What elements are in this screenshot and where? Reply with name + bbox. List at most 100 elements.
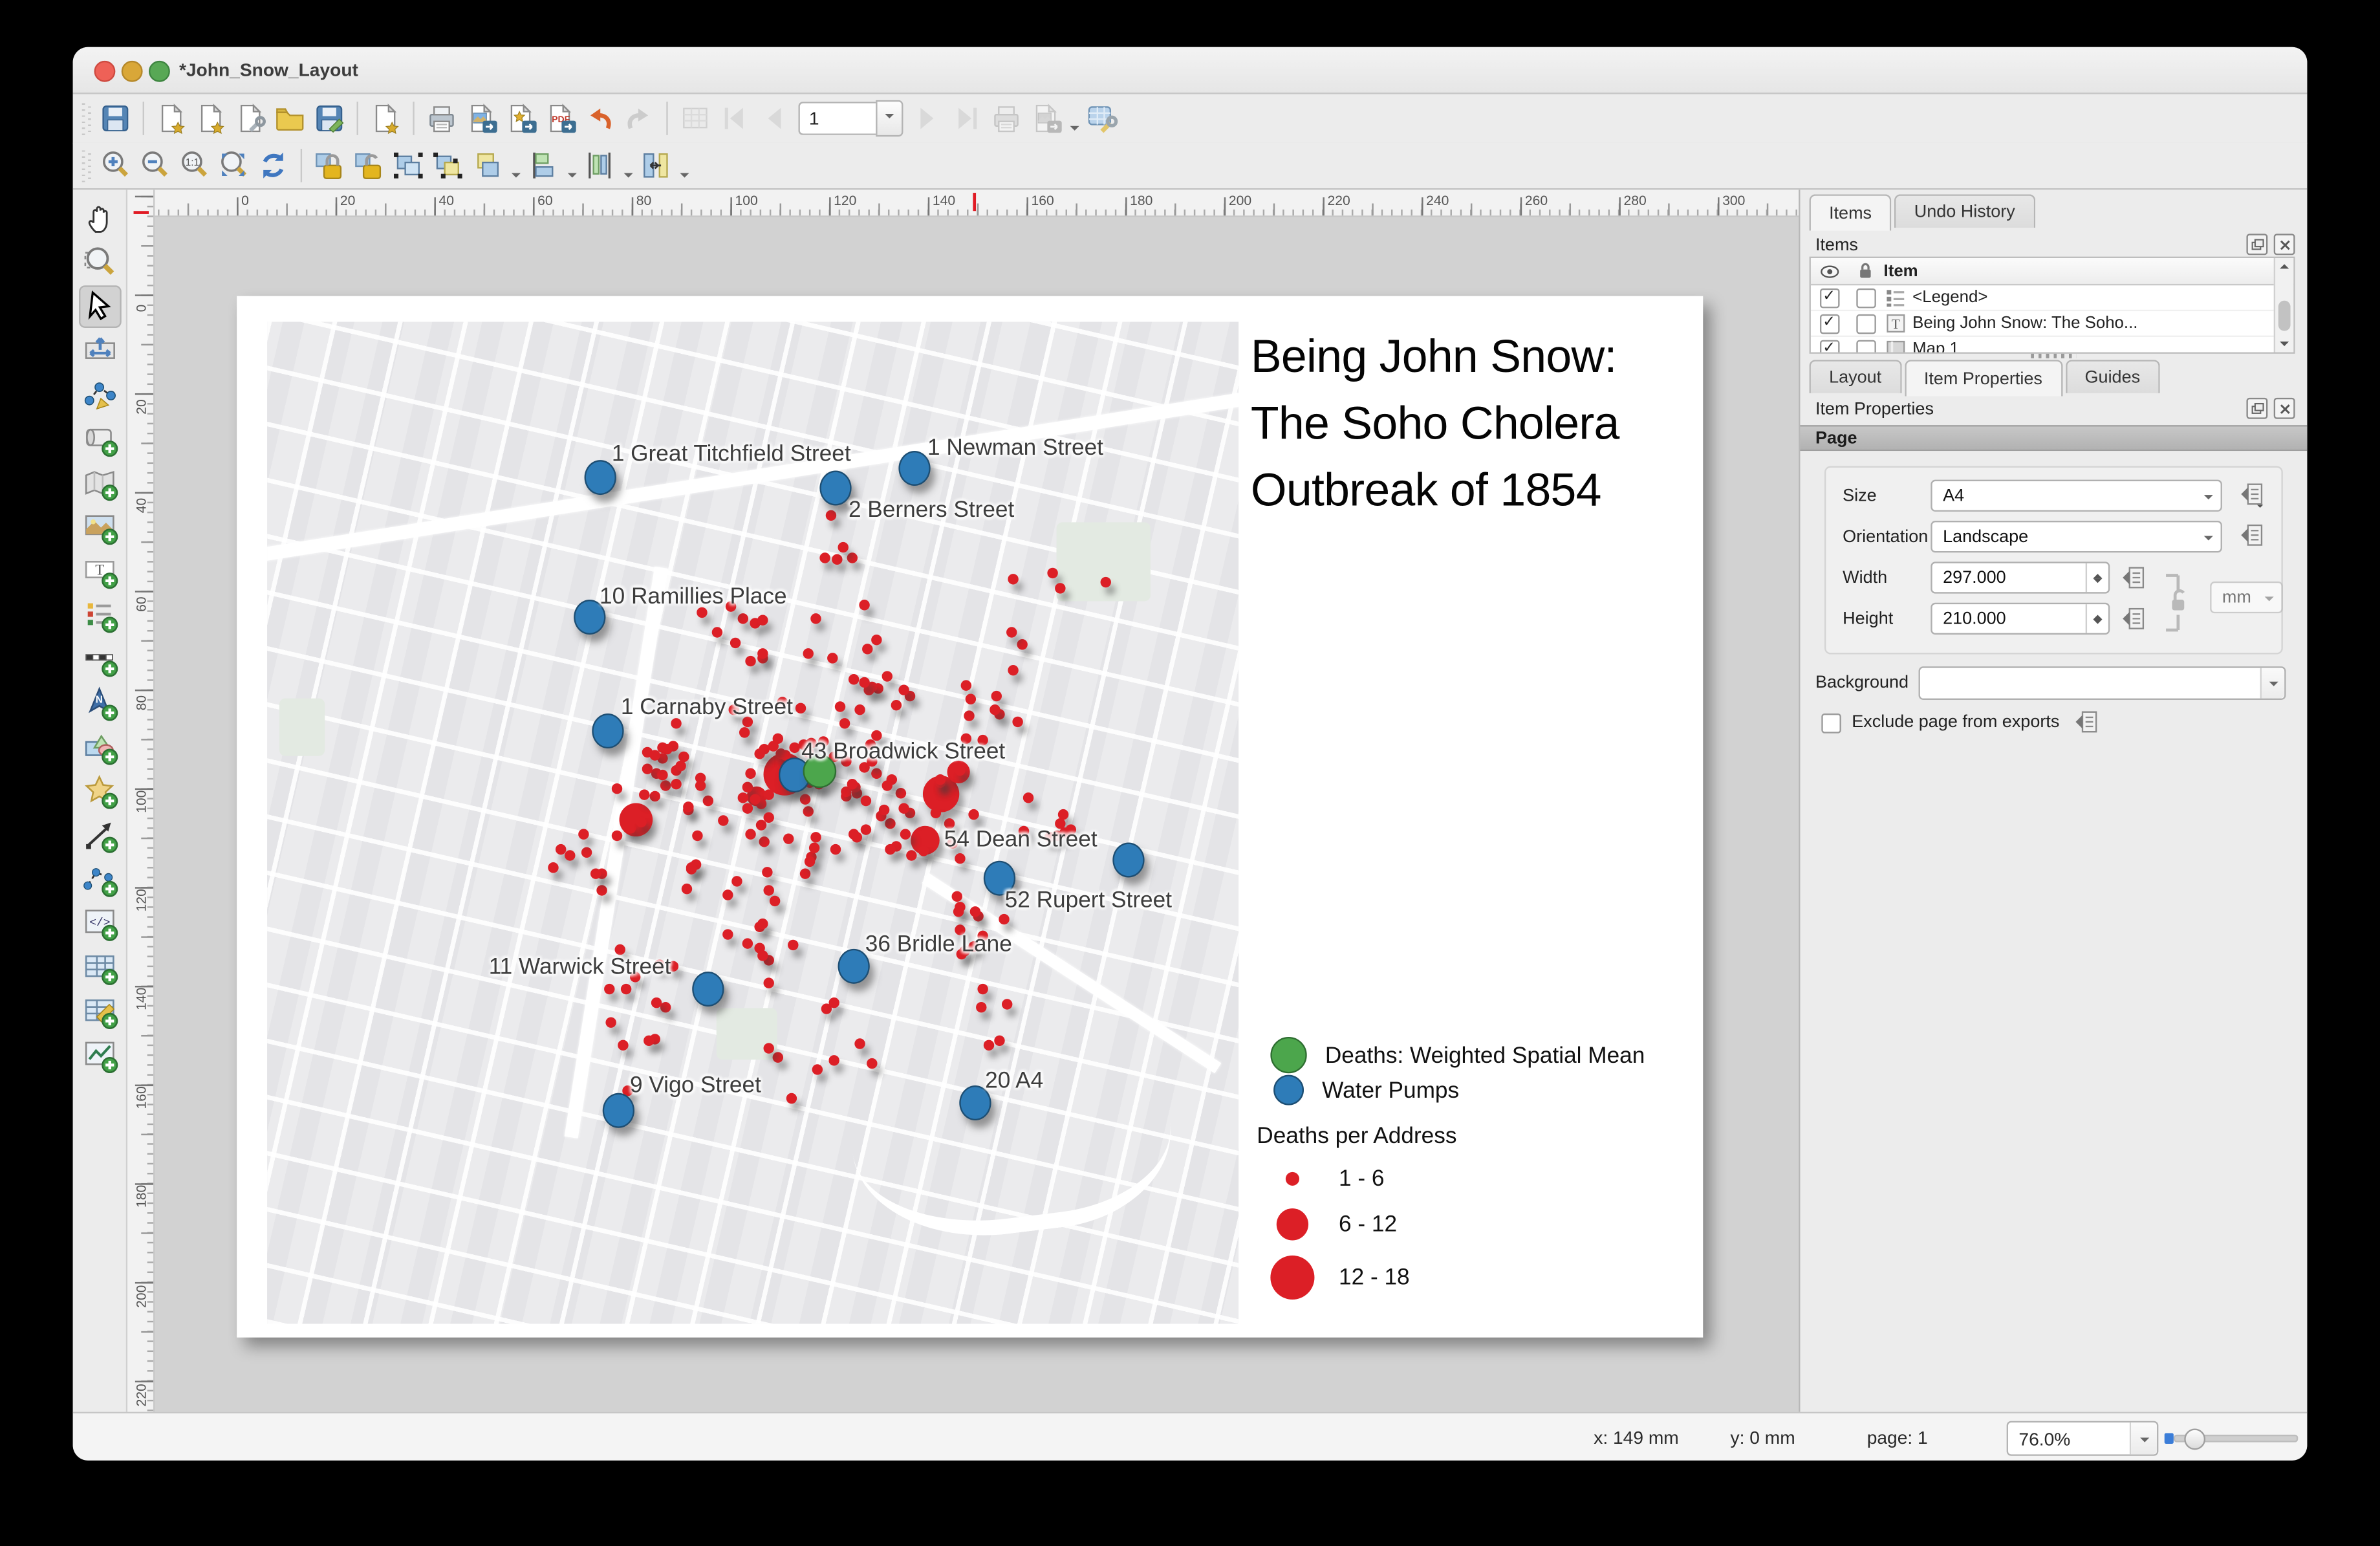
zoom-level-combo[interactable]: 76.0% [2006, 1421, 2159, 1456]
redo-button[interactable] [620, 99, 659, 138]
export-atlas-button[interactable] [1026, 99, 1066, 138]
data-defined-override-icon[interactable] [2237, 480, 2267, 510]
zoom-in-button[interactable] [96, 146, 135, 185]
maximize-window-button[interactable] [149, 60, 170, 82]
item-visibility-checkbox[interactable]: ✓ [1819, 339, 1839, 353]
dropdown-arrow-icon[interactable] [620, 143, 636, 188]
float-panel-icon[interactable] [2246, 397, 2268, 419]
add-legend-tool[interactable] [78, 594, 121, 637]
atlas-prev-button[interactable] [754, 99, 794, 138]
tab-item-properties[interactable]: Item Properties [1904, 360, 2062, 397]
zoom-tool-tool[interactable] [78, 241, 121, 284]
export-as-svg-button[interactable] [501, 99, 540, 138]
add-shape-tool[interactable] [78, 726, 121, 768]
add-north-arrow-tool[interactable]: N [78, 682, 121, 724]
atlas-first-button[interactable] [715, 99, 754, 138]
atlas-page-value[interactable]: 1 [798, 102, 876, 135]
item-row[interactable]: ✓ T Being John Snow: The Soho... [1810, 311, 2294, 338]
select-move-item-tool[interactable] [78, 285, 121, 328]
spin-down-icon[interactable] [2093, 578, 2103, 587]
item-row[interactable]: ✓ <Legend> [1810, 285, 2294, 312]
toolbar-handle[interactable] [81, 102, 93, 135]
save-as-template-button[interactable] [310, 99, 349, 138]
data-defined-override-icon[interactable] [2237, 521, 2267, 551]
orientation-combo[interactable]: Landscape [1931, 521, 2222, 553]
dropdown-arrow-icon[interactable] [675, 143, 692, 188]
panel-splitter-handle[interactable] [2031, 353, 2077, 358]
add-label-tool[interactable]: T [78, 550, 121, 593]
zoom-out-button[interactable] [135, 146, 175, 185]
pan-layout-tool[interactable] [78, 197, 121, 240]
close-panel-icon[interactable] [2273, 234, 2295, 256]
layout-page-a4[interactable]: 1 Great Titchfield Street 1 Newman Street… [237, 296, 1704, 1338]
align-items-button[interactable] [524, 146, 563, 185]
add-fixed-table-tool[interactable] [78, 990, 121, 1032]
zoom-actual-button[interactable]: 1:1 [175, 146, 214, 185]
units-combo[interactable]: mm [2210, 581, 2283, 614]
item-visibility-checkbox[interactable]: ✓ [1819, 287, 1839, 308]
group-items-button[interactable] [389, 146, 428, 185]
atlas-page-dropdown[interactable] [876, 100, 903, 137]
data-defined-override-icon[interactable] [2119, 563, 2149, 594]
tab-guides[interactable]: Guides [2065, 360, 2160, 393]
add-picture-tool[interactable] [78, 506, 121, 549]
tab-items[interactable]: Items [1809, 194, 1892, 231]
atlas-last-button[interactable] [947, 99, 986, 138]
new-layout-button[interactable] [152, 99, 191, 138]
add-scalebar-tool[interactable] [78, 638, 121, 680]
duplicate-layout-button[interactable] [191, 99, 231, 138]
save-project-button[interactable] [96, 99, 135, 138]
print-atlas-button[interactable] [987, 99, 1026, 138]
print-layout-button[interactable] [422, 99, 461, 138]
spin-up-icon[interactable] [2093, 609, 2103, 619]
add-map-tool[interactable] [78, 461, 121, 504]
item-visibility-checkbox[interactable]: ✓ [1819, 313, 1839, 334]
data-defined-override-icon[interactable] [2119, 604, 2149, 635]
atlas-page-spinbox[interactable]: 1 [798, 100, 903, 137]
raise-items-button[interactable] [468, 146, 507, 185]
dropdown-arrow-icon[interactable] [507, 143, 524, 188]
new-report-button[interactable] [366, 99, 406, 138]
item-row[interactable]: ✓ Map 1 [1811, 337, 2293, 353]
close-window-button[interactable] [94, 60, 116, 82]
dropdown-arrow-icon[interactable] [1066, 96, 1083, 141]
add-page-tool[interactable] [78, 417, 121, 460]
page-size-combo[interactable]: A4 [1931, 479, 2222, 512]
resize-items-button[interactable] [636, 146, 675, 185]
unlock-all-items-button[interactable] [349, 146, 389, 185]
dropdown-arrow-icon[interactable] [563, 143, 580, 188]
add-attribute-table-tool[interactable] [78, 946, 121, 988]
atlas-preview-button[interactable] [675, 99, 715, 138]
add-marker-tool[interactable] [78, 770, 121, 812]
atlas-settings-button[interactable] [1082, 99, 1121, 138]
spin-down-icon[interactable] [2093, 618, 2103, 627]
toolbar-handle[interactable] [81, 149, 93, 182]
float-panel-icon[interactable] [2246, 234, 2268, 256]
add-html-tool[interactable]: </> [78, 902, 121, 944]
layout-canvas[interactable]: 1 Great Titchfield Street 1 Newman Street… [155, 217, 1799, 1414]
tab-layout[interactable]: Layout [1809, 360, 1901, 393]
zoom-slider-handle[interactable] [2184, 1428, 2206, 1450]
tab-undo-history[interactable]: Undo History [1894, 194, 2035, 228]
item-lock-checkbox[interactable] [1855, 287, 1876, 308]
zoom-slider[interactable] [2164, 1428, 2299, 1450]
height-spinbox[interactable]: 210.000 [1931, 602, 2110, 635]
move-item-content-tool[interactable] [78, 329, 121, 372]
layout-manager-button[interactable] [231, 99, 270, 138]
minimize-window-button[interactable] [121, 60, 143, 82]
edit-nodes-item-tool[interactable] [78, 373, 121, 416]
layout-title-item[interactable]: Being John Snow: The Soho Cholera Outbre… [1251, 323, 1694, 524]
map-item[interactable]: 1 Great Titchfield Street 1 Newman Street… [267, 321, 1239, 1324]
refresh-view-button[interactable] [254, 146, 293, 185]
close-panel-icon[interactable] [2273, 397, 2295, 419]
spin-up-icon[interactable] [2093, 569, 2103, 578]
add-items-from-template-button[interactable] [270, 99, 310, 138]
exclude-page-checkbox[interactable] [1821, 712, 1841, 733]
data-defined-override-icon[interactable] [2072, 708, 2102, 738]
ungroup-items-button[interactable] [428, 146, 468, 185]
export-as-pdf-button[interactable]: PDF [541, 99, 580, 138]
width-spinbox[interactable]: 297.000 [1931, 561, 2110, 594]
background-color-swatch[interactable] [1918, 666, 2286, 700]
items-scrollbar[interactable] [2273, 257, 2294, 353]
item-lock-checkbox[interactable] [1855, 313, 1876, 334]
